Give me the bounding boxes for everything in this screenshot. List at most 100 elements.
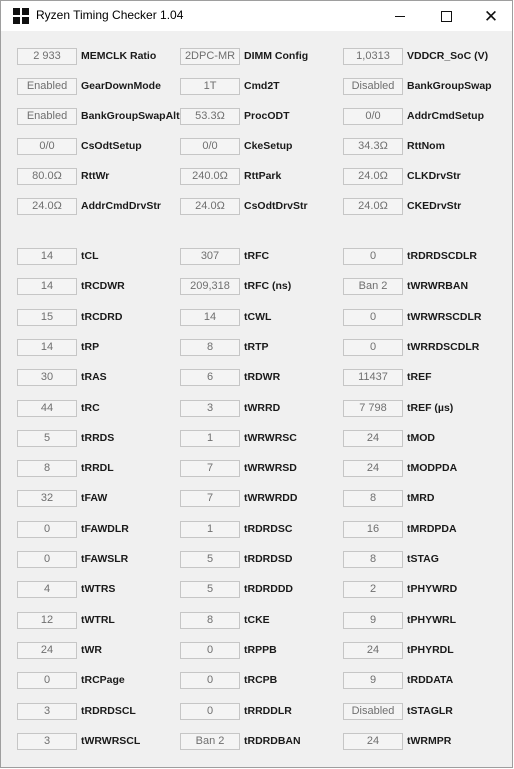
value-field[interactable]: 24.0Ω bbox=[343, 168, 403, 185]
setting-cell: 1,0313 VDDCR_SoC (V) bbox=[1, 48, 512, 66]
windows-logo-icon bbox=[13, 8, 29, 24]
value-field[interactable]: 0 bbox=[343, 338, 403, 356]
setting-cell: 24 tMOD bbox=[1, 429, 512, 448]
config-row: 80.0Ω RttWr 240.0Ω RttPark 24.0Ω CLKDrvStr bbox=[1, 168, 512, 188]
value-field[interactable]: 24 bbox=[343, 429, 403, 447]
value-field[interactable]: 0 bbox=[343, 248, 403, 265]
value-field[interactable]: 24 bbox=[343, 460, 403, 478]
value-field[interactable]: 7 798 bbox=[343, 399, 403, 417]
value-field[interactable]: Disabled bbox=[343, 702, 403, 720]
value-field[interactable]: 34.3Ω bbox=[343, 138, 403, 155]
setting-label: tWRRDSCDLR bbox=[407, 340, 480, 353]
value-field[interactable]: 24 bbox=[343, 732, 403, 750]
setting-label: tMRDPDA bbox=[407, 522, 457, 535]
minimize-button[interactable] bbox=[377, 1, 423, 31]
setting-label: tREF bbox=[407, 371, 432, 384]
setting-cell: Ban 2 tWRWRBAN bbox=[1, 278, 512, 296]
timing-row: 8 tRRDL 7 tWRWRSD 24 tMODPDA bbox=[1, 460, 512, 480]
config-row: Enabled GearDownMode 1T Cmd2T Disabled BankGr… bbox=[1, 78, 512, 98]
setting-cell: 0 tRDRDSCDLR bbox=[1, 248, 512, 266]
setting-label: tMOD bbox=[407, 431, 435, 444]
value-field[interactable]: 2 bbox=[343, 581, 403, 599]
setting-cell: 2 tPHYWRD bbox=[1, 581, 512, 599]
setting-cell: 24 tWRMPR bbox=[1, 732, 512, 751]
maximize-icon bbox=[440, 10, 452, 22]
timing-row: 14 tRCDWR 209,318 tRFC (ns) Ban 2 tWRWRBAN bbox=[1, 278, 512, 298]
setting-label: tPHYWRD bbox=[407, 583, 458, 596]
timing-row: 5 tRRDS 1 tWRWRSC 24 tMOD bbox=[1, 429, 512, 450]
value-field[interactable]: 9 bbox=[343, 672, 403, 690]
setting-label: RttNom bbox=[407, 140, 445, 152]
setting-label: VDDCR_SoC (V) bbox=[407, 50, 489, 62]
setting-cell: 34.3Ω RttNom bbox=[1, 138, 512, 156]
value-field[interactable]: 24 bbox=[343, 641, 403, 659]
value-field[interactable]: 8 bbox=[343, 490, 403, 508]
timing-row: 0 tRCPage 0 tRCPB 9 tRDDATA bbox=[1, 672, 512, 692]
setting-cell: 16 tMRDPDA bbox=[1, 520, 512, 539]
value-field[interactable]: 1,0313 bbox=[343, 48, 403, 65]
setting-label: tPHYRDL bbox=[407, 643, 454, 656]
setting-cell: 24.0Ω CLKDrvStr bbox=[1, 168, 512, 186]
config-row: 24.0Ω AddrCmdDrvStr 24.0Ω CsOdtDrvStr 24.0Ω C… bbox=[1, 198, 512, 218]
setting-cell: 0/0 AddrCmdSetup bbox=[1, 108, 512, 126]
timing-row: 15 tRCDRD 14 tCWL 0 tWRWRSCDLR bbox=[1, 308, 512, 329]
setting-cell: 8 tSTAG bbox=[1, 551, 512, 569]
setting-cell: 7 798 tREF (µs) bbox=[1, 399, 512, 418]
setting-label: CLKDrvStr bbox=[407, 170, 461, 182]
timing-row: 14 tRP 8 tRTP 0 tWRRDSCDLR bbox=[1, 338, 512, 359]
value-field[interactable]: Ban 2 bbox=[343, 278, 403, 296]
setting-cell: 11437 tREF bbox=[1, 369, 512, 387]
value-field[interactable]: 16 bbox=[343, 520, 403, 538]
config-row: 2 933 MEMCLK Ratio 2DPC-MR DIMM Config 1,031… bbox=[1, 48, 512, 68]
maximize-button[interactable] bbox=[423, 1, 469, 31]
setting-cell: 8 tMRD bbox=[1, 490, 512, 508]
value-field[interactable]: 11437 bbox=[343, 369, 403, 387]
setting-label: tSTAGLR bbox=[407, 704, 453, 717]
timing-row: 3 tRDRDSCL 0 tRRDDLR Disabled tSTAGLR bbox=[1, 702, 512, 723]
title-bar[interactable]: Ryzen Timing Checker 1.04 ✕ bbox=[1, 1, 512, 31]
minimize-icon bbox=[395, 15, 405, 17]
value-field[interactable]: 0/0 bbox=[343, 108, 403, 125]
setting-label: tWRMPR bbox=[407, 734, 452, 747]
setting-cell: 24 tPHYRDL bbox=[1, 641, 512, 660]
value-field[interactable]: 24.0Ω bbox=[343, 198, 403, 215]
setting-label: tWRWRBAN bbox=[407, 280, 469, 293]
close-button[interactable]: ✕ bbox=[468, 1, 514, 31]
close-icon: ✕ bbox=[483, 6, 499, 26]
setting-cell: 0 tWRWRSCDLR bbox=[1, 308, 512, 327]
value-field[interactable]: 8 bbox=[343, 551, 403, 568]
setting-cell: 9 tPHYWRL bbox=[1, 611, 512, 630]
value-field[interactable]: 0 bbox=[343, 308, 403, 326]
setting-label: tPHYWRL bbox=[407, 613, 456, 626]
setting-label: tMODPDA bbox=[407, 462, 458, 475]
timing-row: 12 tWTRL 8 tCKE 9 tPHYWRL bbox=[1, 611, 512, 632]
timing-row: 0 tFAWSLR 5 tRDRDSD 8 tSTAG bbox=[1, 551, 512, 571]
timing-row: 0 tFAWDLR 1 tRDRDSC 16 tMRDPDA bbox=[1, 520, 512, 541]
setting-label: tREF (µs) bbox=[407, 401, 454, 414]
setting-label: BankGroupSwap bbox=[407, 80, 492, 92]
setting-label: tSTAG bbox=[407, 553, 439, 565]
value-field[interactable]: 9 bbox=[343, 611, 403, 629]
setting-label: tRDRDSCDLR bbox=[407, 250, 477, 262]
setting-cell: 24 tMODPDA bbox=[1, 460, 512, 478]
value-field[interactable]: Disabled bbox=[343, 78, 403, 95]
setting-cell: 9 tRDDATA bbox=[1, 672, 512, 690]
timing-row: 3 tWRWRSCL Ban 2 tRDRDBAN 24 tWRMPR bbox=[1, 732, 512, 753]
setting-label: CKEDrvStr bbox=[407, 200, 462, 212]
timing-row: 14 tCL 307 tRFC 0 tRDRDSCDLR bbox=[1, 248, 512, 268]
timing-row: 44 tRC 3 tWRRD 7 798 tREF (µs) bbox=[1, 399, 512, 420]
config-row: 0/0 CsOdtSetup 0/0 CkeSetup 34.3Ω RttNom bbox=[1, 138, 512, 158]
timing-row: 24 tWR 0 tRPPB 24 tPHYRDL bbox=[1, 641, 512, 662]
setting-label: tRDDATA bbox=[407, 674, 454, 687]
timing-row: 4 tWTRS 5 tRDRDDD 2 tPHYWRD bbox=[1, 581, 512, 601]
app-window: Ryzen Timing Checker 1.04 ✕ 2 933 MEMCLK … bbox=[0, 0, 513, 768]
timing-row: 30 tRAS 6 tRDWR 11437 tREF bbox=[1, 369, 512, 389]
setting-cell: 0 tWRRDSCDLR bbox=[1, 338, 512, 357]
setting-cell: Disabled BankGroupSwap bbox=[1, 78, 512, 96]
setting-label: AddrCmdSetup bbox=[407, 110, 484, 122]
config-row: Enabled BankGroupSwapAlt 53.3Ω ProcODT 0/0 Ad… bbox=[1, 108, 512, 128]
setting-cell: Disabled tSTAGLR bbox=[1, 702, 512, 721]
setting-cell: 24.0Ω CKEDrvStr bbox=[1, 198, 512, 216]
setting-label: tMRD bbox=[407, 492, 435, 505]
timing-row: 32 tFAW 7 tWRWRDD 8 tMRD bbox=[1, 490, 512, 510]
